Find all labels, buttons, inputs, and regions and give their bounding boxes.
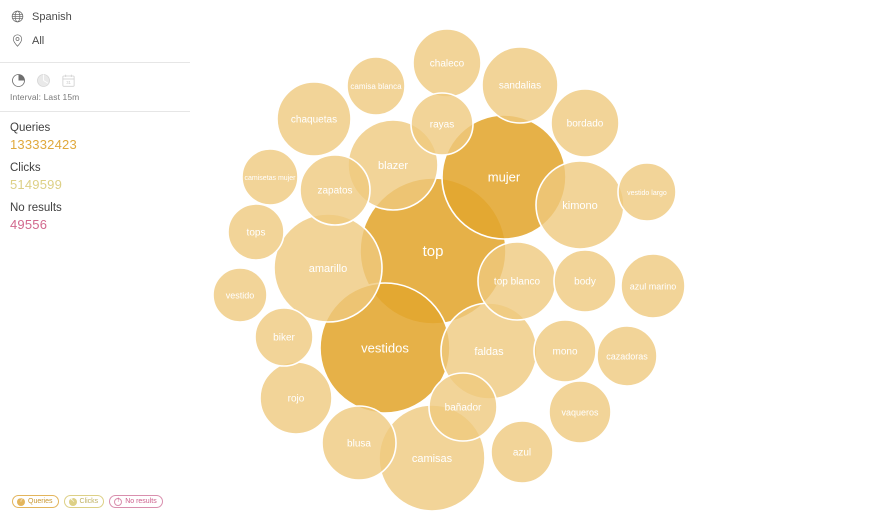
bubble[interactable] — [477, 241, 557, 321]
metric-clicks-label: Clicks — [10, 162, 41, 174]
bubble[interactable] — [212, 267, 268, 323]
filter-language-label: Spanish — [32, 10, 72, 23]
bubble[interactable] — [227, 203, 285, 261]
legend-no-results-label: No results — [125, 498, 157, 505]
question-mark-icon: ? — [17, 497, 25, 506]
bubble-chart-svg: topvestidosmujeramarillocamisasfaldasbla… — [212, 28, 686, 512]
bubble[interactable] — [620, 253, 686, 319]
bubble[interactable] — [550, 88, 620, 158]
bubble[interactable] — [321, 405, 397, 481]
bubble[interactable] — [412, 28, 482, 98]
bubble[interactable] — [617, 162, 677, 222]
bubble[interactable] — [273, 213, 383, 323]
search-analytics-dashboard: Spanish All 31 Interval: Last 15m Querie… — [0, 0, 873, 514]
metric-queries-value: 133332423 — [10, 137, 77, 152]
bubble[interactable] — [553, 249, 617, 313]
legend-item-no-results[interactable]: ! No results — [109, 495, 163, 508]
bubble[interactable] — [276, 81, 352, 157]
bubble[interactable] — [428, 372, 498, 442]
filters-section: Spanish All — [0, 0, 190, 62]
metrics-section: Queries 133332423 Clicks 5149599 No resu… — [0, 112, 190, 249]
bubble[interactable] — [410, 92, 474, 156]
legend-item-clicks[interactable]: ↖ Clicks — [63, 495, 105, 508]
warning-icon: ! — [114, 497, 123, 506]
interval-section: 31 Interval: Last 15m — [0, 63, 190, 111]
bubble-group: topvestidosmujeramarillocamisasfaldasbla… — [212, 28, 686, 512]
metric-queries: Queries 133332423 — [10, 121, 180, 153]
donut-chart-icon[interactable] — [35, 72, 51, 88]
metric-queries-label: Queries — [10, 122, 51, 134]
legend-item-queries[interactable]: ? Queries — [12, 495, 59, 508]
filter-language[interactable]: Spanish — [10, 6, 180, 27]
bubble[interactable] — [346, 56, 406, 116]
sidebar: Spanish All 31 Interval: Last 15m Querie… — [0, 0, 190, 514]
map-pin-icon — [10, 34, 24, 48]
pie-chart-icon[interactable] — [10, 72, 26, 88]
bubble[interactable] — [596, 325, 658, 387]
bubble[interactable] — [535, 160, 625, 250]
globe-icon — [10, 10, 24, 24]
bubble-chart: top vestidos mujer amarillo camisas faldas bla… — [190, 0, 873, 514]
bubble[interactable] — [481, 46, 559, 124]
bubble[interactable] — [533, 319, 597, 383]
bubble[interactable] — [548, 380, 612, 444]
filter-location[interactable]: All — [10, 30, 180, 51]
chart-legend: ? Queries ↖ Clicks ! No results — [12, 495, 163, 508]
filter-location-label: All — [32, 34, 45, 47]
interval-icon-group: 31 — [10, 72, 180, 88]
metric-clicks: Clicks 5149599 — [10, 161, 180, 193]
interval-label: Interval: Last 15m — [10, 92, 80, 102]
bubble[interactable] — [241, 148, 299, 206]
metric-no-results: No results 49556 — [10, 201, 180, 233]
metric-no-results-label: No results — [10, 202, 62, 214]
metric-clicks-value: 5149599 — [10, 177, 63, 192]
legend-queries-label: Queries — [28, 498, 53, 505]
bubble[interactable] — [254, 307, 314, 367]
metric-no-results-value: 49556 — [10, 217, 48, 232]
bubble[interactable] — [299, 154, 371, 226]
legend-clicks-label: Clicks — [79, 498, 99, 505]
svg-text:31: 31 — [66, 80, 71, 85]
calendar-icon[interactable]: 31 — [60, 72, 76, 88]
bubble[interactable] — [490, 420, 554, 484]
cursor-click-icon: ↖ — [68, 497, 77, 506]
bubble[interactable] — [259, 361, 333, 435]
